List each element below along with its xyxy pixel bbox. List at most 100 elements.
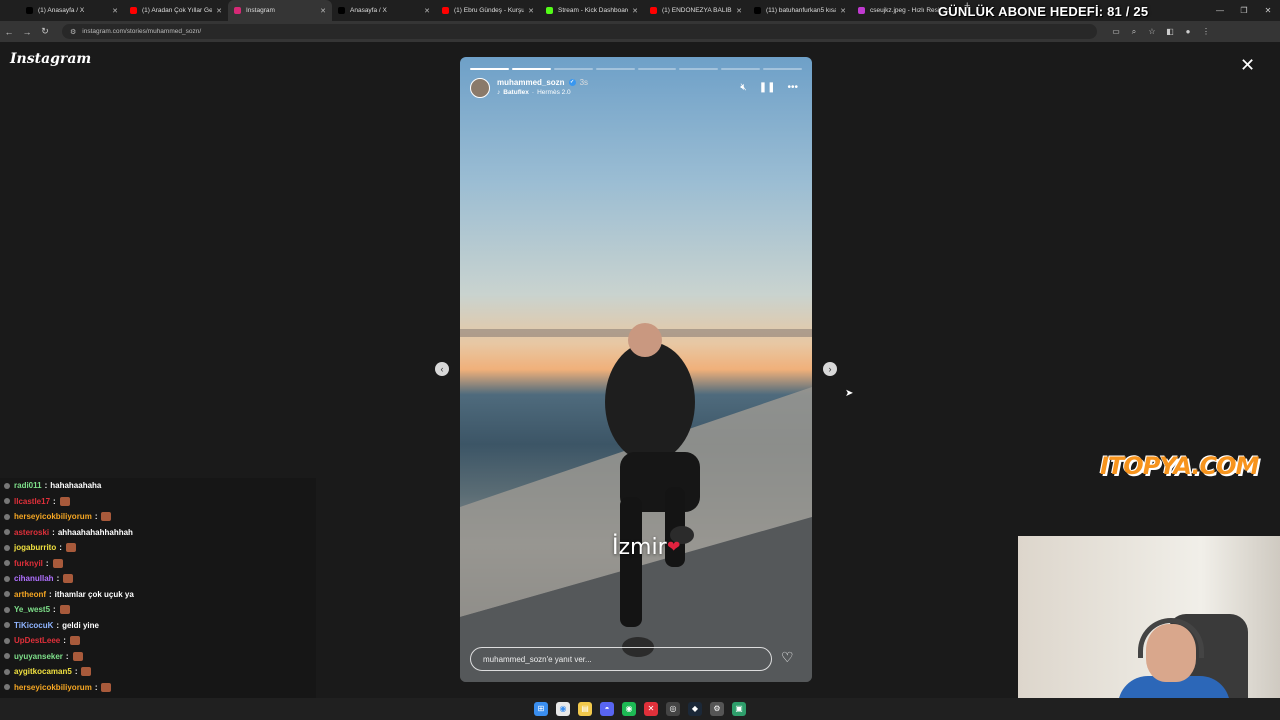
- chat-badge-icon: [4, 622, 10, 629]
- tab-close-icon[interactable]: ✕: [736, 7, 742, 15]
- chat-message: artheonf: ithamlar çok uçuk ya: [0, 587, 316, 603]
- chat-separator: :: [94, 682, 98, 692]
- chat-message: furknyil:: [0, 556, 316, 572]
- chat-username: jogaburrito: [14, 543, 57, 553]
- browser-tab[interactable]: (1) ENDONEZYA BALIBU ✕: [644, 0, 748, 21]
- heart-sticker-icon: ❤: [667, 539, 681, 556]
- extension-icon[interactable]: ◧: [1163, 27, 1177, 37]
- spotify-icon[interactable]: ◉: [622, 702, 636, 716]
- restore-icon[interactable]: ❐: [1232, 6, 1256, 15]
- tab-close-icon[interactable]: ✕: [840, 7, 846, 15]
- story-viewer[interactable]: muhammed_sozn ✓ 3s ♪ Batuflex · Hermès 2…: [460, 57, 812, 682]
- chat-message: TiKicocuK: geldi yine: [0, 618, 316, 634]
- avatar[interactable]: [470, 78, 490, 98]
- window-controls: — ❐ ✕: [1208, 0, 1280, 21]
- tab-title: (1) ENDONEZYA BALIBU: [662, 7, 733, 14]
- close-story-icon[interactable]: ✕: [1240, 55, 1255, 76]
- back-icon[interactable]: ←: [0, 27, 18, 37]
- chat-badge-icon: [4, 529, 10, 536]
- forward-icon[interactable]: →: [18, 27, 36, 37]
- mute-icon[interactable]: 🔇︎: [740, 82, 746, 93]
- progress-segment: [637, 68, 677, 70]
- profile-icon[interactable]: ●: [1181, 27, 1195, 37]
- site-info-icon[interactable]: ⚙: [70, 28, 76, 36]
- discord-icon[interactable]: ◓: [600, 702, 614, 716]
- tab-title: (11) batuhanfurkan5 kısa: [766, 7, 837, 14]
- browser-tab[interactable]: Instagram ✕: [228, 0, 332, 21]
- tab-title: Instagram: [246, 7, 275, 14]
- chat-badge-icon: [4, 544, 10, 551]
- cast-icon[interactable]: ▭: [1109, 27, 1123, 37]
- story-username[interactable]: muhammed_sozn: [497, 78, 565, 87]
- chat-badge-icon: [4, 637, 10, 644]
- zoom-icon[interactable]: ⌕: [1127, 27, 1141, 37]
- chat-username: asteroski: [14, 527, 50, 537]
- browser-tab[interactable]: (11) batuhanfurkan5 kısa ✕: [748, 0, 852, 21]
- previous-story-icon[interactable]: ‹: [435, 362, 449, 376]
- files-icon[interactable]: ▤: [578, 702, 592, 716]
- browser-tab[interactable]: (1) Anasayfa / X ✕: [20, 0, 124, 21]
- tab-favicon-icon: [754, 7, 761, 14]
- chat-separator: :: [53, 605, 56, 615]
- tab-close-icon[interactable]: ✕: [632, 7, 638, 15]
- chat-separator: :: [63, 636, 66, 646]
- chat-badge-icon: [4, 513, 10, 520]
- pause-icon[interactable]: ❚❚: [759, 82, 776, 93]
- tab-close-icon[interactable]: ✕: [528, 7, 534, 15]
- settings-icon[interactable]: ⚙: [710, 702, 724, 716]
- more-options-icon[interactable]: •••: [787, 82, 798, 93]
- browser-tab[interactable]: (1) Aradan Çok Yıllar Geçti ✕: [124, 0, 228, 21]
- chat-emote-icon: [101, 512, 112, 522]
- reply-placeholder: muhammed_sozn'e yanıt ver...: [483, 654, 592, 664]
- music-separator: ·: [531, 89, 535, 96]
- progress-segment: [511, 68, 551, 70]
- minimize-icon[interactable]: —: [1208, 6, 1232, 15]
- url-input[interactable]: ⚙ instagram.com/stories/muhammed_sozn/: [62, 24, 1097, 39]
- tab-favicon-icon: [26, 7, 33, 14]
- close-window-icon[interactable]: ✕: [1256, 6, 1280, 15]
- next-story-icon[interactable]: ›: [823, 362, 837, 376]
- like-heart-icon[interactable]: ♡: [781, 649, 794, 666]
- chat-separator: :: [56, 574, 60, 584]
- chat-message: llcastle17:: [0, 494, 316, 510]
- chat-username: herseyicokbiliyorum: [14, 682, 92, 692]
- reply-input[interactable]: muhammed_sozn'e yanıt ver...: [470, 647, 772, 671]
- app-red-icon[interactable]: ✕: [644, 702, 658, 716]
- story-progress: [470, 68, 802, 70]
- chat-emote-icon: [72, 651, 83, 661]
- story-music[interactable]: ♪ Batuflex · Hermès 2.0: [497, 89, 588, 96]
- sponsor-logo: ITOPYA.COM: [1100, 452, 1259, 480]
- tab-close-icon[interactable]: ✕: [216, 7, 222, 15]
- browser-tab[interactable]: Anasayfa / X ✕: [332, 0, 436, 21]
- stream-chat-overlay: radi011: hahahaahaha llcastle17: herseyicok…: [0, 478, 316, 720]
- windows-icon[interactable]: ⊞: [534, 702, 548, 716]
- tab-favicon-icon: [650, 7, 657, 14]
- chat-badge-icon: [4, 482, 10, 489]
- tab-close-icon[interactable]: ✕: [320, 7, 326, 15]
- story-photo: [460, 323, 812, 682]
- chat-separator: :: [44, 481, 48, 491]
- tab-close-icon[interactable]: ✕: [112, 7, 118, 15]
- progress-segment: [553, 68, 593, 70]
- chat-username: uyuyanseker: [14, 651, 63, 661]
- browser-tab[interactable]: Stream - Kick Dashboard ✕: [540, 0, 644, 21]
- story-time: 3s: [579, 78, 589, 87]
- chat-emote-icon: [52, 558, 63, 568]
- bookmark-star-icon[interactable]: ☆: [1145, 27, 1159, 37]
- instagram-logo[interactable]: Instagram: [10, 51, 91, 67]
- chat-username: artheonf: [14, 589, 46, 599]
- app-green-icon[interactable]: ▣: [732, 702, 746, 716]
- tab-title: (1) Anasayfa / X: [38, 7, 85, 14]
- obs-icon[interactable]: ◎: [666, 702, 680, 716]
- chrome-icon[interactable]: ◉: [556, 702, 570, 716]
- steam-icon[interactable]: ◆: [688, 702, 702, 716]
- tab-favicon-icon: [130, 7, 137, 14]
- chat-message: cihanullah:: [0, 571, 316, 587]
- browser-tab[interactable]: (1) Ebru Gündeş - Kurşun ✕: [436, 0, 540, 21]
- chat-username: UpDestLeee: [14, 636, 61, 646]
- chat-emote-icon: [69, 636, 80, 646]
- chat-username: herseyicokbiliyorum: [14, 512, 92, 522]
- menu-icon[interactable]: ⋮: [1199, 27, 1213, 37]
- reload-icon[interactable]: ↻: [36, 26, 54, 37]
- tab-close-icon[interactable]: ✕: [424, 7, 430, 15]
